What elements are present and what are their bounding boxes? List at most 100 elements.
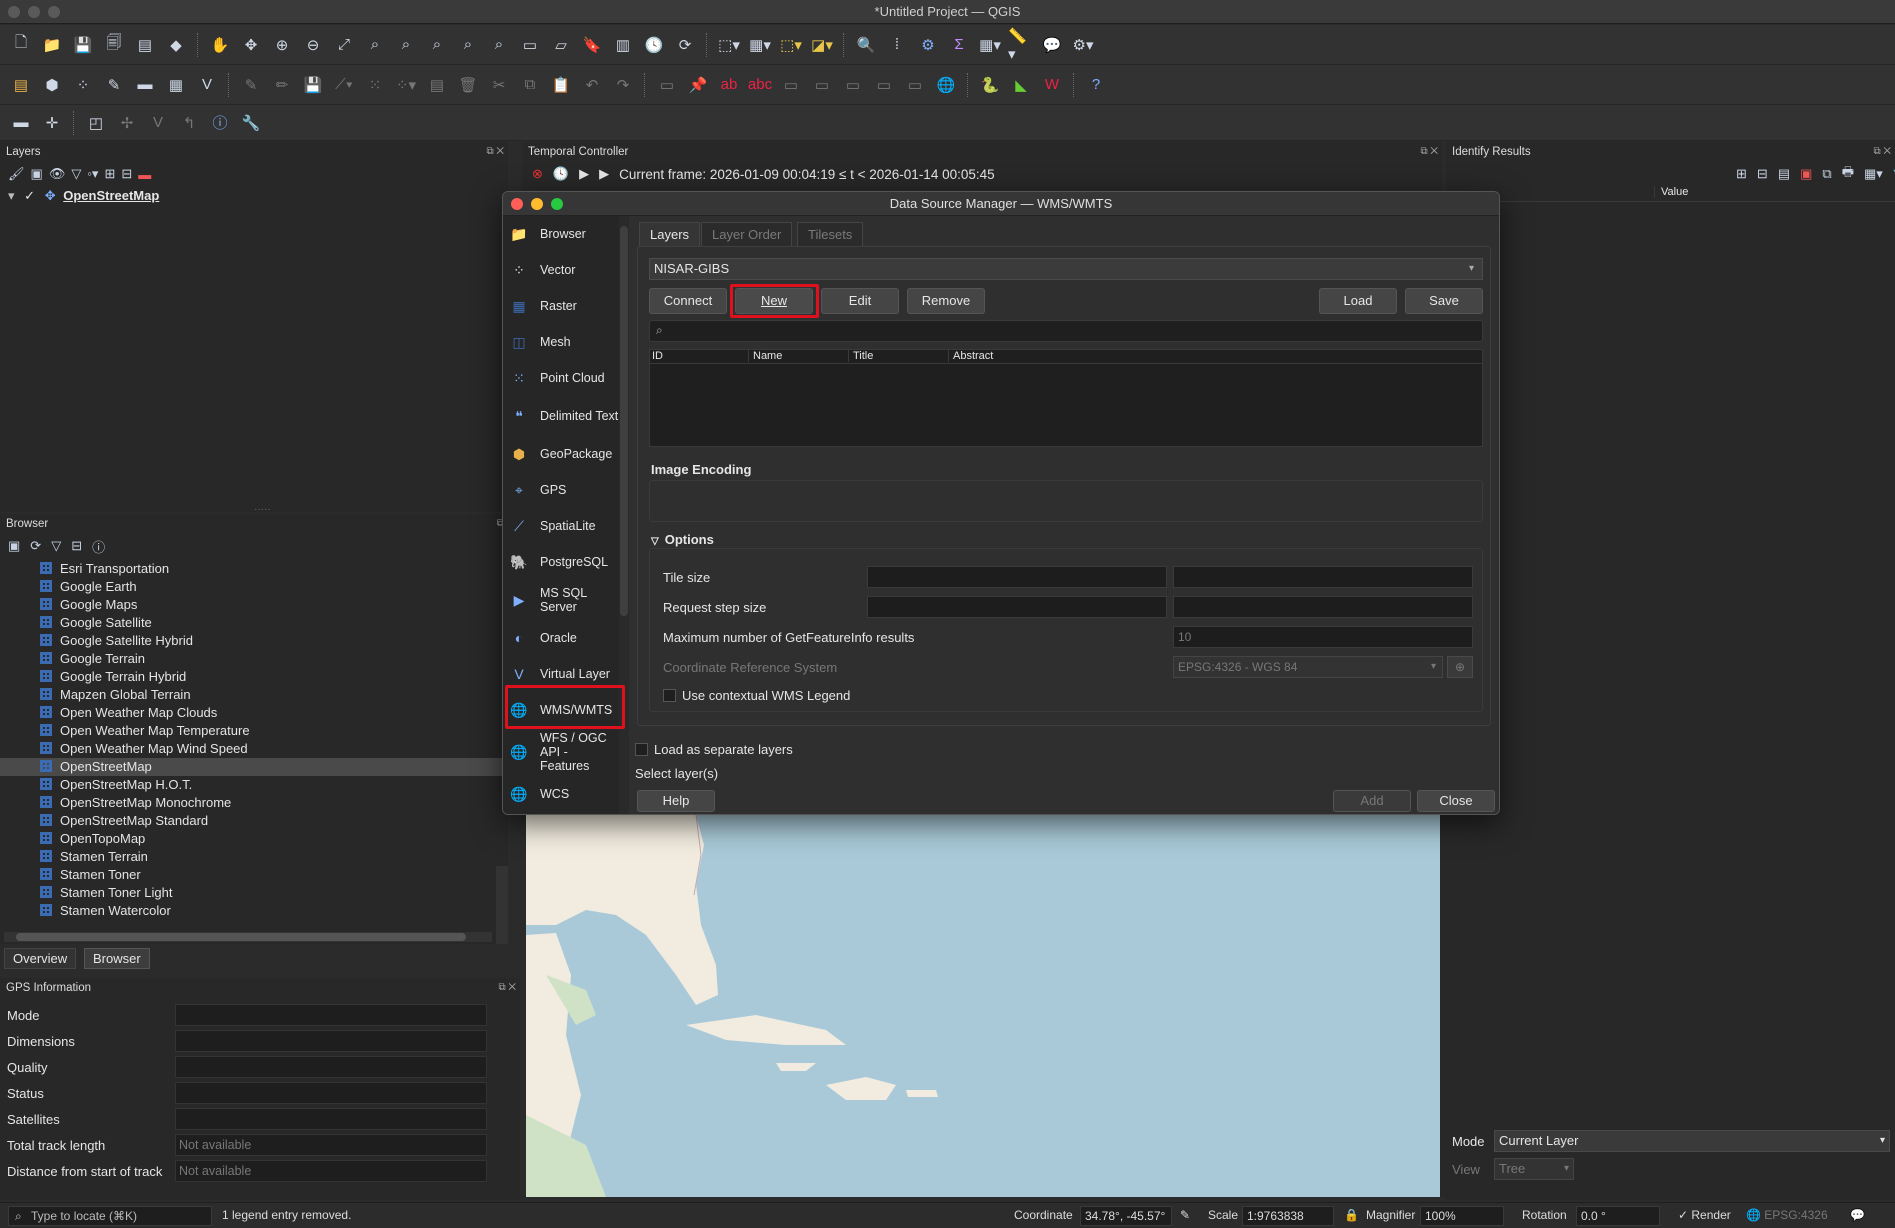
browser-item[interactable]: OpenStreetMap Monochrome bbox=[0, 794, 508, 812]
wms-plugin-icon[interactable]: W bbox=[1039, 72, 1065, 98]
identify-mode-icon[interactable]: ▦▾ bbox=[1864, 166, 1883, 182]
browser-item[interactable]: OpenStreetMap Standard bbox=[0, 812, 508, 830]
sidebar-item-spatialite[interactable]: ⟋ SpatiaLite bbox=[503, 508, 619, 544]
browser-item[interactable]: OpenTopoMap bbox=[0, 830, 508, 848]
modify-attributes-icon[interactable]: ▤ bbox=[424, 72, 450, 98]
layer-table[interactable]: ID Name Title Abstract bbox=[649, 349, 1483, 447]
sidebar-item-raster[interactable]: ▦ Raster bbox=[503, 288, 619, 324]
step-width-input[interactable] bbox=[867, 596, 1167, 618]
add-group-icon[interactable]: ▣ bbox=[31, 166, 43, 182]
browser-item[interactable]: Stamen Toner bbox=[0, 866, 508, 884]
toggle-extents-icon[interactable]: ✎ bbox=[1180, 1208, 1190, 1222]
collapse-tree-icon[interactable]: ⊟ bbox=[1757, 166, 1768, 182]
refresh-browser-icon[interactable]: ⟳ bbox=[30, 538, 41, 554]
properties-widget-icon[interactable]: ⓘ bbox=[92, 537, 105, 556]
coordinate-field[interactable]: 34.78°, -45.57° bbox=[1080, 1206, 1172, 1226]
new-map-view-icon[interactable]: ▭ bbox=[517, 32, 543, 58]
play-icon[interactable]: ▶ bbox=[599, 166, 609, 182]
options-group[interactable]: ▽ Options bbox=[651, 532, 714, 547]
tab-browser[interactable]: Browser bbox=[84, 948, 150, 969]
show-hide-label-icon[interactable]: ▭ bbox=[871, 72, 897, 98]
collapse-arrow-icon[interactable]: ▽ bbox=[651, 536, 659, 547]
tile-height-input[interactable] bbox=[1173, 566, 1473, 588]
remove-layer-icon[interactable]: ▬ bbox=[138, 167, 151, 182]
sidebar-item-browser[interactable]: 📁 Browser bbox=[503, 216, 619, 252]
expand-arrow-icon[interactable]: ▾ bbox=[8, 188, 15, 203]
load-button[interactable]: Load bbox=[1319, 288, 1397, 314]
zoom-selection-icon[interactable]: ⌕ bbox=[362, 32, 388, 58]
dialog-minimize-dot[interactable] bbox=[531, 198, 543, 210]
zoom-out-icon[interactable]: ⊖ bbox=[300, 32, 326, 58]
zoom-native-icon[interactable]: ⌕ bbox=[424, 32, 450, 58]
expand-new-icon[interactable]: ▤ bbox=[1778, 166, 1790, 182]
browser-item[interactable]: Google Satellite Hybrid bbox=[0, 632, 508, 650]
separate-layers-row[interactable]: Load as separate layers bbox=[635, 742, 793, 757]
sidebar-item-point-cloud[interactable]: ⁙ Point Cloud bbox=[503, 360, 619, 396]
annotation-icon[interactable]: ⚙▾ bbox=[1070, 32, 1096, 58]
pin-label-icon[interactable]: 📌 bbox=[685, 72, 711, 98]
refresh-icon[interactable]: ⟳ bbox=[672, 32, 698, 58]
new-temp-layer-icon[interactable]: ▬ bbox=[132, 72, 158, 98]
mode-select[interactable]: Current Layer ▾ bbox=[1494, 1130, 1890, 1152]
crs-select[interactable]: EPSG:4326 - WGS 84 ▾ bbox=[1173, 656, 1443, 678]
max-getfeatureinfo-input[interactable]: 10 bbox=[1173, 626, 1473, 648]
close-button[interactable]: Close bbox=[1417, 790, 1495, 812]
tab-layer-order[interactable]: Layer Order bbox=[701, 222, 793, 246]
redo-icon[interactable]: ↷ bbox=[610, 72, 636, 98]
attribute-table-icon[interactable]: ▦▾ bbox=[977, 32, 1003, 58]
python-console-icon[interactable]: 🐍 bbox=[977, 72, 1003, 98]
browser-item[interactable]: Mapzen Global Terrain bbox=[0, 686, 508, 704]
vertex-editor-icon[interactable]: ⁘▾ bbox=[393, 72, 419, 98]
open-attribute-table-icon[interactable]: ⁞ bbox=[884, 32, 910, 58]
browser-item[interactable]: Google Terrain bbox=[0, 650, 508, 668]
view-select[interactable]: Tree ▾ bbox=[1494, 1158, 1574, 1180]
delete-selected-icon[interactable]: 🗑 bbox=[455, 72, 481, 98]
bookmark-icon[interactable]: 🔖 bbox=[579, 32, 605, 58]
browser-item[interactable]: Google Maps bbox=[0, 596, 508, 614]
connect-button[interactable]: Connect bbox=[649, 288, 727, 314]
filter-browser-icon[interactable]: ▽ bbox=[51, 538, 61, 554]
clear-results-icon[interactable]: ▣ bbox=[1800, 166, 1812, 182]
scale-field[interactable]: 1:9763838 bbox=[1242, 1206, 1334, 1226]
filter-by-expression-icon[interactable]: ◦▾ bbox=[87, 166, 98, 182]
manage-visibility-icon[interactable]: 👁 bbox=[49, 166, 66, 182]
zoom-next-icon[interactable]: ⌕ bbox=[486, 32, 512, 58]
measure-icon[interactable]: 📏▾ bbox=[1008, 28, 1034, 63]
digitize-icon[interactable]: ✎ bbox=[101, 72, 127, 98]
undo-icon[interactable]: ↶ bbox=[579, 72, 605, 98]
layer-visibility-checkbox[interactable]: ✓ bbox=[24, 188, 35, 203]
save-edits-icon[interactable]: 💾 bbox=[300, 72, 326, 98]
browser-item[interactable]: Open Weather Map Temperature bbox=[0, 722, 508, 740]
label-highlight-icon[interactable]: abc bbox=[747, 72, 773, 98]
zoom-last-icon[interactable]: ⌕ bbox=[455, 32, 481, 58]
sidebar-item-postgresql[interactable]: 🐘 PostgreSQL bbox=[503, 544, 619, 580]
layer-search-input[interactable]: ⌕ bbox=[649, 320, 1483, 342]
diagram-icon[interactable]: ▭ bbox=[902, 72, 928, 98]
tab-layers[interactable]: Layers bbox=[639, 222, 701, 246]
statistical-summary-icon[interactable]: Σ bbox=[946, 32, 972, 58]
render-checkbox[interactable]: ✓ bbox=[1678, 1208, 1691, 1222]
browser-item[interactable]: Stamen Watercolor bbox=[0, 902, 508, 920]
render-toggle[interactable]: ✓ Render bbox=[1678, 1208, 1731, 1222]
rotate-label-icon[interactable]: ▭ bbox=[809, 72, 835, 98]
zoom-full-icon[interactable]: ⤢ bbox=[331, 32, 357, 58]
browser-item[interactable]: OpenStreetMap bbox=[0, 758, 508, 776]
dialog-zoom-dot[interactable] bbox=[551, 198, 563, 210]
browser-item[interactable]: Open Weather Map Wind Speed bbox=[0, 740, 508, 758]
tab-tilesets[interactable]: Tilesets bbox=[797, 222, 864, 246]
processing-toolbox-icon[interactable]: ⚙ bbox=[915, 32, 941, 58]
collapse-all-icon[interactable]: ⊟ bbox=[121, 166, 132, 182]
separate-layers-checkbox[interactable] bbox=[635, 743, 648, 756]
edit-pencil-icon[interactable]: ✏ bbox=[269, 72, 295, 98]
sidebar-item-gps[interactable]: ⌖ GPS bbox=[503, 472, 619, 508]
filter-legend-icon[interactable]: ▽ bbox=[71, 166, 81, 182]
zoom-layer-icon[interactable]: ⌕ bbox=[393, 32, 419, 58]
col-abstract[interactable]: Abstract bbox=[948, 350, 993, 362]
copy-feature-icon[interactable]: ⧉ bbox=[1822, 166, 1831, 182]
browser-item[interactable]: Esri Transportation bbox=[0, 560, 508, 578]
tab-overview[interactable]: Overview bbox=[4, 948, 77, 969]
data-source-manager-icon[interactable]: ▤ bbox=[8, 72, 34, 98]
browser-item[interactable]: Google Satellite bbox=[0, 614, 508, 632]
col-id[interactable]: ID bbox=[652, 350, 663, 362]
identify-info-icon[interactable]: ⓘ bbox=[207, 110, 233, 136]
